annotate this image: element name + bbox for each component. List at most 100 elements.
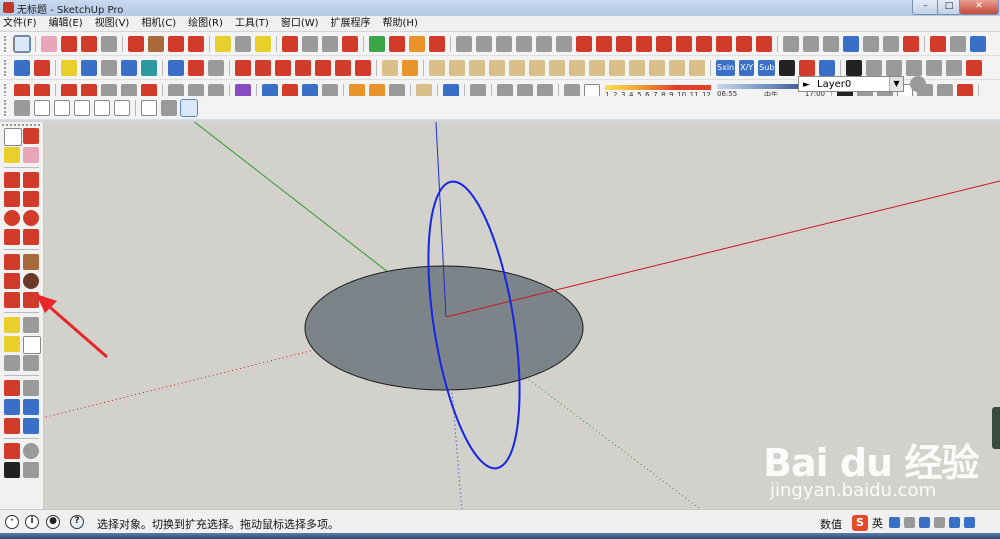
right-view-icon[interactable] <box>74 99 90 116</box>
warehouse-icon[interactable] <box>369 35 385 52</box>
moon-icon[interactable] <box>889 517 900 528</box>
ext-tool-icon[interactable] <box>696 35 712 52</box>
ext-tool-icon[interactable] <box>188 59 204 76</box>
microphone-icon[interactable] <box>919 517 930 528</box>
toolbar-grip[interactable] <box>4 59 9 76</box>
ext-tool-icon[interactable] <box>315 59 331 76</box>
ext-tool-icon[interactable] <box>255 59 271 76</box>
previous-view-icon[interactable] <box>23 418 39 434</box>
paint-bucket-icon[interactable] <box>255 35 271 52</box>
ext-tool-icon[interactable] <box>456 35 472 52</box>
front-view-icon[interactable] <box>54 99 70 116</box>
ext-tool-icon[interactable] <box>429 59 445 76</box>
arc-icon[interactable] <box>81 35 97 52</box>
minimize-button[interactable]: – <box>912 0 939 15</box>
ext-tool-icon[interactable] <box>716 35 732 52</box>
ext-tool-icon[interactable] <box>950 35 966 52</box>
ext-tool-icon[interactable] <box>469 59 485 76</box>
ext-tool-icon[interactable] <box>489 59 505 76</box>
ext-tool-icon[interactable] <box>669 59 685 76</box>
play-icon[interactable] <box>779 59 796 76</box>
scale-icon[interactable] <box>4 292 20 308</box>
orbit-icon[interactable] <box>4 380 20 396</box>
ext-tool-icon[interactable] <box>883 35 899 52</box>
push-pull-icon[interactable] <box>128 35 144 52</box>
eraser-icon[interactable] <box>41 35 57 52</box>
rectangle-icon[interactable] <box>4 191 20 207</box>
ext-tool-icon[interactable] <box>529 59 545 76</box>
ext-tool-icon[interactable] <box>382 59 398 76</box>
ext-tool-icon[interactable] <box>14 59 30 76</box>
tape-measure-icon[interactable] <box>215 35 231 52</box>
ext-tool-icon[interactable] <box>966 59 983 76</box>
ext-tool-icon[interactable] <box>689 59 705 76</box>
select-arrow-icon[interactable] <box>13 34 31 53</box>
menu-help[interactable]: 帮助(H) <box>377 16 424 31</box>
toolbar-grip[interactable] <box>4 35 9 52</box>
ext-tool-icon[interactable] <box>866 59 883 76</box>
ext-xy-button[interactable]: X/Y <box>739 59 755 76</box>
look-around-icon[interactable] <box>23 443 39 459</box>
ext-tool-icon[interactable] <box>141 59 157 76</box>
ext-tool-icon[interactable] <box>863 35 879 52</box>
help-icon[interactable]: ? <box>70 515 84 529</box>
position-camera-icon[interactable] <box>4 443 20 459</box>
pan-icon[interactable] <box>23 380 39 396</box>
3d-text-icon[interactable] <box>23 355 39 371</box>
ext-tool-icon[interactable] <box>903 35 919 52</box>
ext-tool-icon[interactable] <box>536 35 552 52</box>
tape-measure-icon[interactable] <box>4 317 20 333</box>
ext-tool-icon[interactable] <box>609 59 625 76</box>
menu-extensions[interactable]: 扩展程序 <box>325 16 377 31</box>
section-plane-icon[interactable] <box>141 99 157 116</box>
ext-tool-icon[interactable] <box>649 59 665 76</box>
share-model-icon[interactable] <box>429 35 445 52</box>
ext-tool-icon[interactable] <box>549 59 565 76</box>
zoom-extents-icon[interactable] <box>4 418 20 434</box>
walk-icon[interactable] <box>4 462 20 478</box>
extension-warehouse-icon[interactable] <box>409 35 425 52</box>
ext-tool-icon[interactable] <box>556 35 572 52</box>
ext-tool-icon[interactable] <box>756 35 772 52</box>
skin-icon[interactable] <box>949 517 960 528</box>
push-pull-icon[interactable] <box>23 254 39 270</box>
menu-edit[interactable]: 编辑(E) <box>43 16 89 31</box>
menu-window[interactable]: 窗口(W) <box>275 16 325 31</box>
text-icon[interactable] <box>23 336 41 354</box>
ext-tool-icon[interactable] <box>235 59 251 76</box>
offset-icon[interactable] <box>23 292 39 308</box>
ext-tool-icon[interactable] <box>295 59 311 76</box>
rotated-rectangle-icon[interactable] <box>23 191 39 207</box>
ext-tool-icon[interactable] <box>34 59 50 76</box>
zoom-icon[interactable] <box>322 35 338 52</box>
user-account-icon[interactable]: ● <box>46 515 60 529</box>
protractor-icon[interactable] <box>4 336 20 352</box>
display-section-icon[interactable] <box>161 99 177 116</box>
dimension-icon[interactable] <box>23 317 39 333</box>
zoom-icon[interactable] <box>4 399 20 415</box>
section-plane-icon[interactable] <box>23 462 39 478</box>
pencil-icon[interactable] <box>61 35 77 52</box>
ext-tool-icon[interactable] <box>930 35 946 52</box>
shape-icon[interactable] <box>101 35 117 52</box>
ext-tool-icon[interactable] <box>819 59 836 76</box>
ext-tool-icon[interactable] <box>886 59 903 76</box>
ext-tool-icon[interactable] <box>101 59 117 76</box>
menu-camera[interactable]: 相机(C) <box>135 16 182 31</box>
ext-tool-icon[interactable] <box>970 35 986 52</box>
freehand-icon[interactable] <box>23 172 39 188</box>
ext-tool-icon[interactable] <box>589 59 605 76</box>
ext-tool-icon[interactable] <box>803 35 819 52</box>
ext-tool-icon[interactable] <box>636 35 652 52</box>
ext-tool-icon[interactable] <box>208 59 224 76</box>
ext-tool-icon[interactable] <box>946 59 963 76</box>
ext-tool-icon[interactable] <box>509 59 525 76</box>
top-view-icon[interactable] <box>34 99 50 116</box>
ext-tool-icon[interactable] <box>906 59 923 76</box>
ext-tool-icon[interactable] <box>516 35 532 52</box>
ext-tool-icon[interactable] <box>496 35 512 52</box>
geolocation-icon[interactable]: · <box>5 515 19 529</box>
shadow-date-bar[interactable] <box>605 84 711 90</box>
axes-icon[interactable] <box>4 355 20 371</box>
rotate-icon[interactable] <box>168 35 184 52</box>
